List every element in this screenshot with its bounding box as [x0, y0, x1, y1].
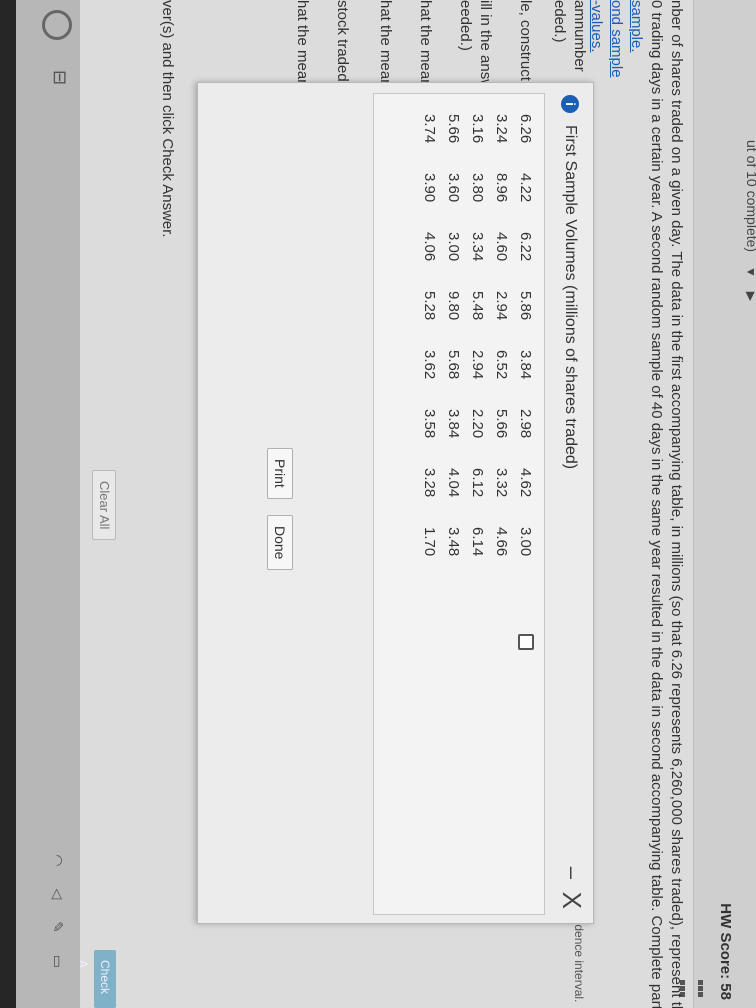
- table-cell: 5.86: [517, 291, 534, 321]
- table-cell: 3.34: [469, 232, 486, 262]
- menu-grid-icon[interactable]: [680, 980, 710, 1002]
- volume-icon[interactable]: ◁: [50, 888, 66, 899]
- table-cell: 3.74: [421, 114, 438, 144]
- dropdown-arrow-icon[interactable]: ▼: [744, 266, 756, 278]
- table-cell: 3.28: [421, 468, 438, 498]
- bg-fragment: amnumber: [571, 0, 588, 72]
- table-cell: 8.96: [493, 173, 510, 203]
- close-icon[interactable]: X: [556, 892, 587, 909]
- table-cell: 3.80: [469, 173, 486, 203]
- copy-to-clipboard-icon[interactable]: [518, 634, 534, 650]
- question-text: nber of shares traded on a given day. Th…: [586, 0, 686, 1008]
- table-cell: 6.52: [493, 350, 510, 380]
- table-cell: 3.84: [445, 409, 462, 439]
- table-cell: 1.70: [421, 527, 438, 557]
- check-answer-button[interactable]: Check A: [76, 950, 116, 1008]
- minimize-icon[interactable]: –: [559, 867, 585, 879]
- values-link[interactable]: -values.: [588, 0, 605, 53]
- table-cell: 3.24: [493, 114, 510, 144]
- table-cell: 4.04: [445, 468, 462, 498]
- next-arrow-icon[interactable]: ▶: [744, 292, 756, 301]
- dialog-title: First Sample Volumes (millions of shares…: [562, 125, 579, 470]
- table-cell: 4.60: [493, 232, 510, 262]
- bg-fragment: eeded.): [457, 0, 474, 51]
- table-cell: 2.94: [469, 350, 486, 380]
- table-cell: 5.66: [493, 409, 510, 439]
- table-cell: 5.68: [445, 350, 462, 380]
- table-cell: 4.66: [493, 527, 510, 557]
- table-cell: 5.66: [445, 114, 462, 144]
- bg-fragment: hat the mean: [377, 0, 394, 88]
- hw-score: HW Score: 58: [717, 903, 734, 1000]
- table-cell: 3.84: [517, 350, 534, 380]
- top-bar: ut of 10 complete) ▼ ▶ HW Score: 58: [680, 0, 756, 1008]
- table-cell: 2.20: [469, 409, 486, 439]
- table-row: 5.66 3.60 3.00 9.80 5.68 3.84 4.04 3.48: [438, 114, 462, 586]
- table-cell: 2.94: [493, 291, 510, 321]
- table-cell: 4.62: [517, 468, 534, 498]
- first-sample-link[interactable]: sample.: [628, 0, 645, 53]
- table-row: 3.74 3.90 4.06 5.28 3.62 3.58 3.28 1.70: [414, 114, 438, 586]
- progress-text: ut of 10 complete): [744, 140, 756, 253]
- bg-fragment: le, construct: [517, 0, 534, 81]
- table-cell: 6.12: [469, 468, 486, 498]
- table-row: 3.24 8.96 4.60 2.94 6.52 5.66 3.32 4.66: [486, 114, 510, 586]
- table-cell: 3.48: [445, 527, 462, 557]
- table-cell: 4.06: [421, 232, 438, 262]
- done-button[interactable]: Done: [267, 515, 293, 571]
- table-cell: 6.22: [517, 232, 534, 262]
- table-cell: 5.48: [469, 291, 486, 321]
- data-table-dialog: i First Sample Volumes (millions of shar…: [197, 82, 594, 924]
- bg-fragment: ill in the answ: [477, 0, 494, 91]
- print-button[interactable]: Print: [267, 448, 293, 499]
- question-line-2: 0 trading days in a certain year. A seco…: [648, 0, 665, 1008]
- instruction-text: ver(s) and then click Check Answer.: [159, 0, 176, 238]
- table-cell: 3.90: [421, 173, 438, 203]
- question-line-1: nber of shares traded on a given day. Th…: [668, 0, 685, 1008]
- table-cell: 4.22: [517, 173, 534, 203]
- start-icon[interactable]: [42, 10, 72, 40]
- table-cell: 3.16: [469, 114, 486, 144]
- table-cell: 3.58: [421, 409, 438, 439]
- table-cell: 5.28: [421, 291, 438, 321]
- table-row: 3.16 3.80 3.34 5.48 2.94 2.20 6.12 6.14: [462, 114, 486, 586]
- second-sample-link[interactable]: ond sample: [608, 0, 625, 78]
- bg-fragment: hat the mean: [294, 0, 311, 88]
- data-table-panel: 6.26 4.22 6.22 5.86 3.84 2.98 4.62 3.00 3.24 8.96…: [373, 93, 545, 915]
- chat-icon[interactable]: ▭: [50, 955, 66, 968]
- system-tray: ◠ ◁ ✎ ▭: [49, 836, 66, 968]
- pen-icon[interactable]: ✎: [50, 921, 66, 933]
- table-cell: 6.26: [517, 114, 534, 144]
- bg-fragment: stock traded: [334, 0, 351, 82]
- table-cell: 3.00: [517, 527, 534, 557]
- table-row: 6.26 4.22 6.22 5.86 3.84 2.98 4.62 3.00: [510, 114, 534, 586]
- table-cell: 3.00: [445, 232, 462, 262]
- table-cell: 2.98: [517, 409, 534, 439]
- task-view-icon[interactable]: ⊟: [49, 70, 70, 85]
- network-icon[interactable]: ◠: [50, 854, 66, 866]
- table-cell: 6.14: [469, 527, 486, 557]
- bg-fragment: hat the mean: [417, 0, 434, 88]
- taskbar: ⊟ ◠ ◁ ✎ ▭: [16, 0, 80, 1008]
- clear-all-button[interactable]: Clear All: [92, 470, 116, 541]
- info-icon: i: [561, 95, 579, 113]
- bg-fragment: eded.): [551, 0, 568, 43]
- table-cell: 3.32: [493, 468, 510, 498]
- table-cell: 3.62: [421, 350, 438, 380]
- table-cell: 9.80: [445, 291, 462, 321]
- table-cell: 3.60: [445, 173, 462, 203]
- progress-indicator[interactable]: ut of 10 complete) ▼ ▶: [744, 140, 756, 301]
- screen: ut of 10 complete) ▼ ▶ HW Score: 58 nber…: [16, 0, 756, 1008]
- first-sample-table: 6.26 4.22 6.22 5.86 3.84 2.98 4.62 3.00 3.24 8.96…: [414, 114, 534, 586]
